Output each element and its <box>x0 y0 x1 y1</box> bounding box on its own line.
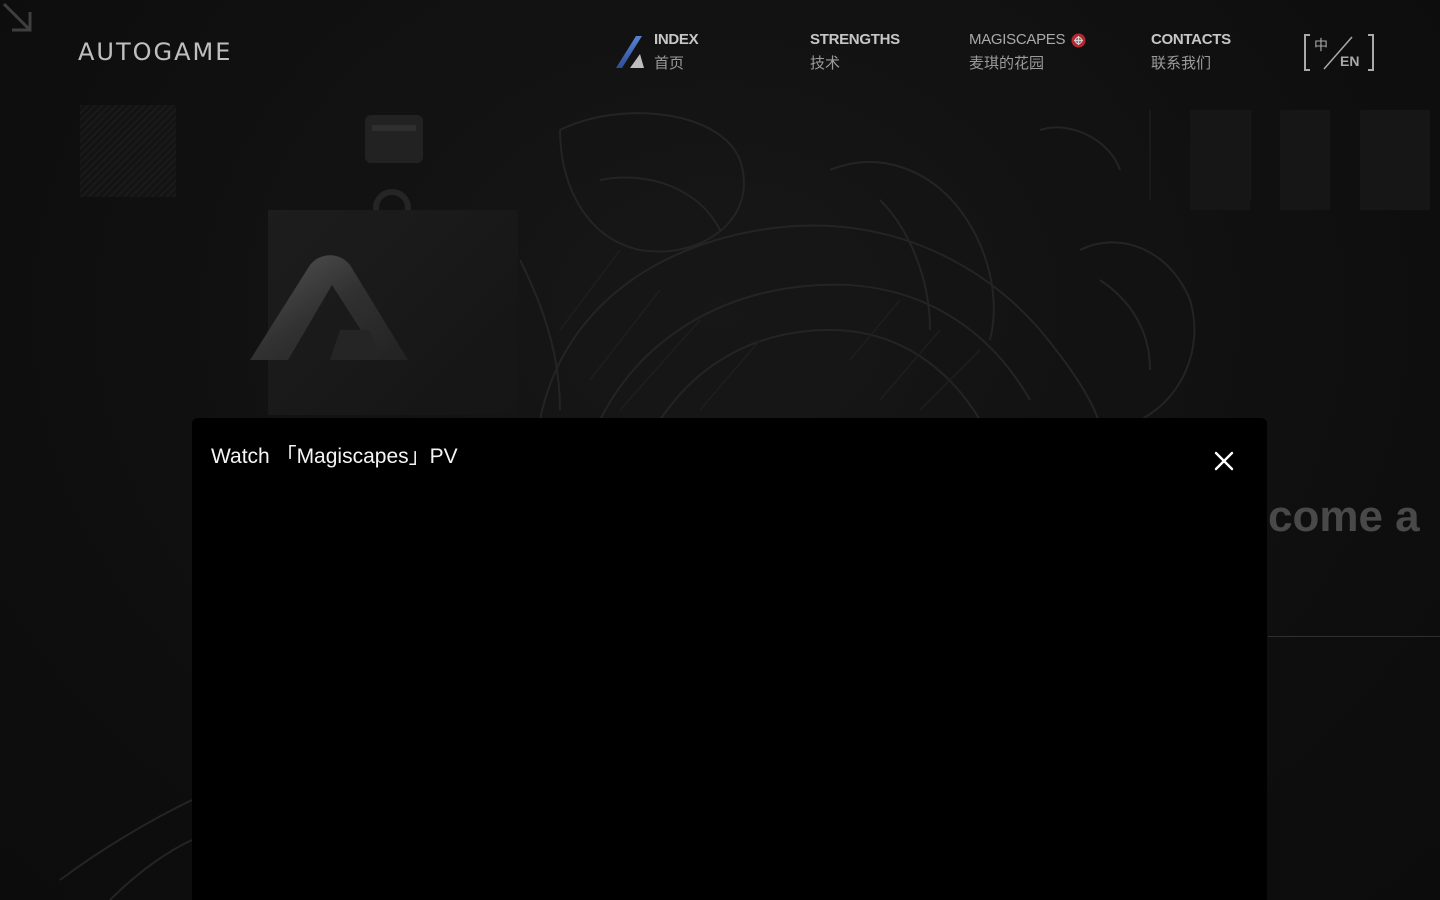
video-modal: Watch 「Magiscapes」PV <box>192 418 1267 900</box>
close-icon[interactable] <box>1211 448 1237 474</box>
modal-title: Watch 「Magiscapes」PV <box>211 445 458 468</box>
video-player[interactable] <box>192 488 1267 900</box>
